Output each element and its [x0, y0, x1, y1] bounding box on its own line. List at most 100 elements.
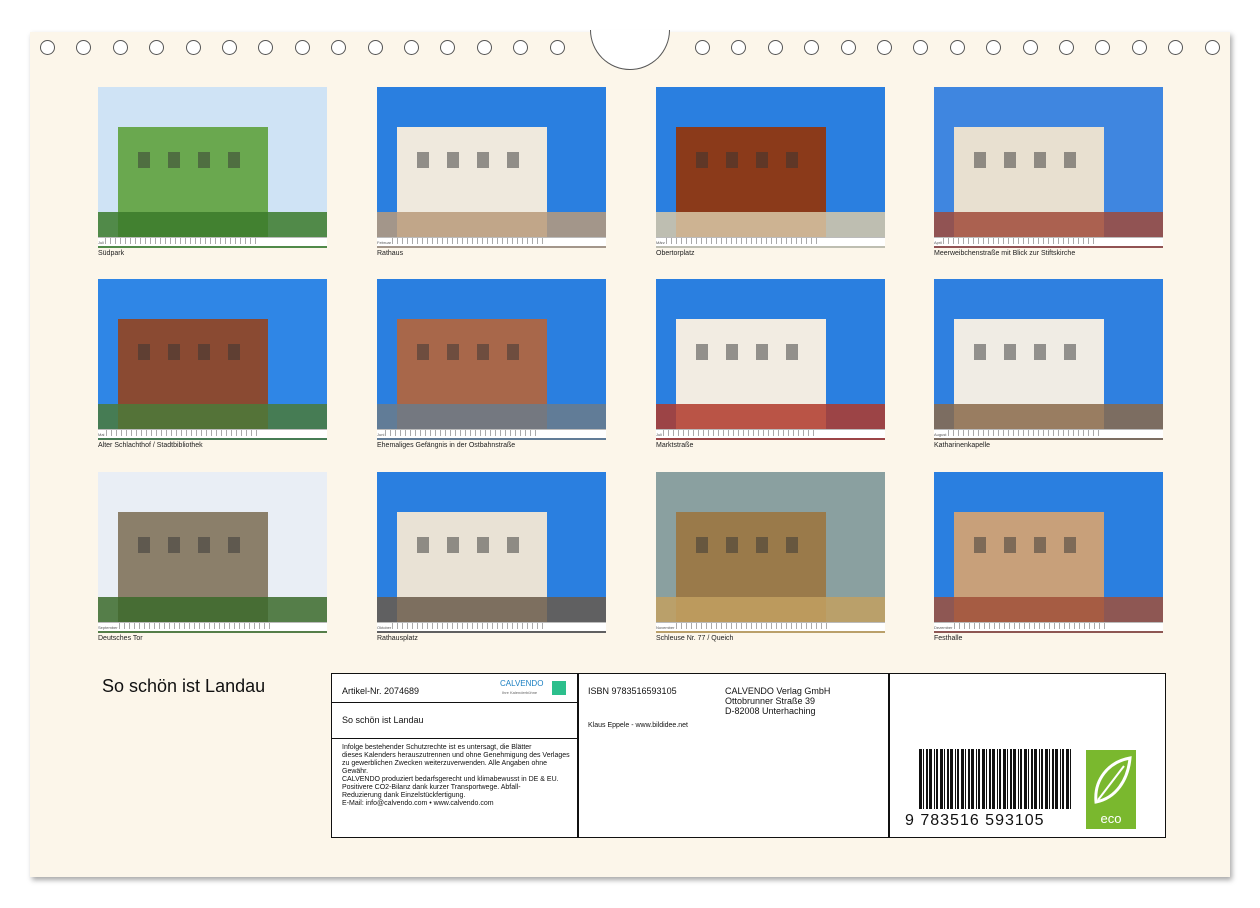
binding-hole: [440, 40, 456, 55]
month-strip: Juli: [656, 429, 885, 438]
month-label: Dezember: [934, 625, 954, 630]
barcode-bar: [1010, 749, 1012, 809]
binding-hole: [986, 40, 1002, 55]
photo-9: September: [98, 472, 327, 633]
legal-notice: Infolge bestehender Schutzrechte ist es …: [342, 744, 570, 807]
barcode-bar: [965, 749, 966, 809]
calendar-title: So schön ist Landau: [102, 676, 266, 696]
binding-hole: [513, 40, 529, 55]
binding-hole: [222, 40, 237, 55]
barcode-bar: [1055, 749, 1058, 809]
binding-hole: [804, 40, 820, 55]
barcode-bar: [971, 749, 974, 809]
month-strip: Februar: [377, 237, 606, 246]
barcode-bar: [976, 749, 977, 809]
binding-hole: [1095, 40, 1111, 55]
month-strip: September: [98, 622, 327, 631]
barcode-bar: [1013, 749, 1016, 809]
publisher-address: CALVENDO Verlag GmbH Ottobrunner Straße …: [725, 686, 831, 716]
binding-hole: [40, 40, 55, 55]
product-title: So schön ist Landau: [342, 715, 424, 725]
binding-hole: [731, 40, 747, 55]
barcode-bar: [999, 749, 1001, 809]
ean-number: 9 783516 593105: [905, 812, 1045, 829]
barcode-bar: [1007, 749, 1008, 809]
month-strip: Juni: [377, 429, 606, 438]
month-strip: November: [656, 622, 885, 631]
binding-hole: [949, 40, 965, 55]
photo-caption: Katharinenkapelle: [934, 442, 991, 449]
month-label: März: [656, 240, 666, 245]
barcode-bar: [947, 749, 949, 809]
photo-caption: Obertorplatz: [656, 250, 695, 257]
article-number: Artikel-Nr. 2074689: [342, 686, 420, 696]
barcode-bar: [997, 749, 998, 809]
binding-hole: [767, 40, 783, 55]
barcode-bar: [1028, 749, 1029, 809]
month-strip: August: [934, 429, 1163, 438]
binding-hole: [1168, 40, 1184, 55]
binding-hole: [258, 40, 274, 55]
barcode-bar: [1039, 749, 1040, 809]
photo-caption: Marktstraße: [656, 442, 694, 449]
isbn: ISBN 9783516593105: [588, 686, 677, 696]
binding-hole: [877, 40, 892, 55]
photo-4: April: [934, 87, 1163, 248]
barcode-bar: [992, 749, 995, 809]
calvendo-logo-subtitle: Ihre Kalenderbühne: [502, 690, 538, 695]
binding-hole: [76, 40, 92, 55]
barcode-bar: [978, 749, 980, 809]
photo-caption: Ehemaliges Gefängnis in der Ostbahnstraß…: [377, 442, 516, 449]
barcode-bar: [957, 749, 959, 809]
binding-hole: [840, 40, 856, 55]
eco-label: eco: [1100, 811, 1122, 826]
barcode-bar: [1041, 749, 1043, 809]
photo-5: Mai: [98, 279, 327, 440]
barcode: [919, 749, 1071, 809]
author-credit: Klaus Eppele - www.bildidee.net: [588, 722, 689, 729]
barcode-bar: [1018, 749, 1019, 809]
month-label: Juli: [656, 432, 664, 437]
barcode-bar: [955, 749, 956, 809]
binding-hole: [404, 40, 419, 55]
month-label: September: [98, 625, 119, 630]
binding-hole: [1059, 40, 1074, 55]
barcode-bar: [936, 749, 938, 809]
barcode-bar: [1060, 749, 1061, 809]
month-label: Juni: [377, 432, 386, 437]
month-label: August: [934, 432, 948, 437]
barcode-bar: [968, 749, 970, 809]
month-strip: Mai: [98, 429, 327, 438]
barcode-bar: [1024, 749, 1027, 809]
binding-hole: [695, 40, 710, 55]
binding-hole: [1131, 40, 1147, 55]
barcode-bar: [1034, 749, 1037, 809]
barcode-bar: [950, 749, 953, 809]
barcode-bar: [1066, 749, 1069, 809]
photo-12: Dezember: [934, 472, 1163, 633]
photo-caption: Rathaus: [377, 250, 404, 257]
binding-hole: [149, 40, 165, 55]
photo-6: Juni: [377, 279, 606, 440]
photo-11: November: [656, 472, 885, 633]
photo-caption: Festhalle: [934, 635, 963, 642]
barcode-bar: [961, 749, 964, 809]
photo-1: Juli: [98, 87, 327, 248]
photo-caption: Meerweibchenstraße mit Blick zur Stiftsk…: [934, 250, 1076, 257]
month-strip: Dezember: [934, 622, 1163, 631]
month-label: Februar: [377, 240, 393, 245]
calvendo-logo: CALVENDO: [500, 679, 544, 688]
leaf-icon: [1094, 756, 1132, 804]
photo-2: Februar: [377, 87, 606, 248]
barcode-bar: [982, 749, 985, 809]
month-label: April: [934, 240, 944, 245]
month-strip: April: [934, 237, 1163, 246]
binding-hole: [549, 40, 565, 55]
binding-hole: [331, 40, 347, 55]
binding-hole: [1204, 40, 1220, 55]
barcode-bar: [1062, 749, 1064, 809]
binding-hole: [185, 40, 201, 55]
binding-hole: [367, 40, 383, 55]
month-label: Mai: [98, 432, 106, 437]
eco-badge: eco: [1086, 750, 1136, 829]
